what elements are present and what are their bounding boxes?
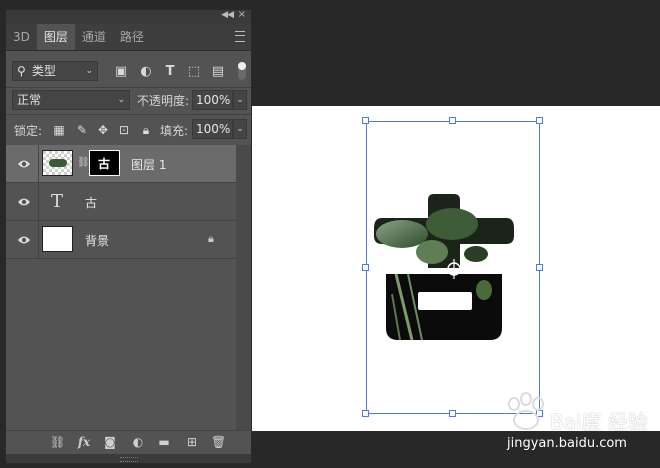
filter-toggle[interactable] [238, 62, 246, 80]
opacity-label: 不透明度: [137, 94, 190, 108]
transform-handle-right[interactable] [536, 264, 543, 271]
fill-chevron-icon[interactable]: ⌄ [233, 119, 247, 139]
lock-icon: 🔒︎ [208, 232, 214, 245]
transform-handle-left[interactable] [362, 264, 369, 271]
image-filter-icon[interactable]: ▣ [114, 65, 128, 79]
layer-name[interactable]: 图层 1 [131, 156, 166, 173]
text-layer-icon: T [51, 191, 64, 212]
new-group-icon[interactable]: ▬ [157, 435, 171, 449]
opacity-input[interactable]: 100% [192, 90, 233, 110]
blend-mode-dropdown[interactable]: 正常 ⌄ [12, 90, 130, 110]
layer-name[interactable]: 背景 [85, 232, 109, 249]
visibility-eye-icon[interactable] [17, 234, 31, 246]
new-layer-icon[interactable]: ⊞ [185, 435, 199, 449]
chevron-down-icon: ⌄ [85, 66, 93, 76]
transform-handle-bottom-left[interactable] [362, 410, 369, 417]
delete-icon[interactable]: 🗑︎ [211, 435, 226, 449]
search-icon: ⚲ [17, 64, 26, 78]
layer-thumbnail[interactable] [42, 226, 73, 252]
layers-panel: ◀◀ × 3D 图层 通道 路径 ⚲ 类型 ⌄ ▣ ◐ T ⬚ ▤ 正常 ⌄ 不… [5, 9, 252, 464]
filter-row: ⚲ 类型 ⌄ ▣ ◐ T ⬚ ▤ [6, 51, 251, 81]
lock-transparent-pixels-icon[interactable]: ▦ [52, 123, 66, 137]
smart-object-filter-icon[interactable]: ▤ [211, 65, 225, 79]
fx-icon[interactable]: fx [77, 435, 91, 449]
baidu-paw-logo [508, 392, 544, 430]
panel-menu-icon[interactable] [235, 31, 245, 42]
visibility-eye-icon[interactable] [17, 196, 31, 208]
layer-row-text[interactable]: T 古 [6, 183, 236, 221]
lock-label: 锁定: [14, 124, 43, 138]
layer-thumbnail[interactable] [42, 150, 73, 176]
collapse-panel-icon[interactable]: ◀◀ [221, 10, 234, 20]
type-filter-icon[interactable]: T [163, 65, 177, 79]
layers-bottom-toolbar: ⛓ fx ◙ ◐ ▬ ⊞ 🗑︎ [6, 430, 251, 453]
visibility-eye-icon[interactable] [17, 158, 31, 170]
mask-glyph: 古 [98, 157, 111, 171]
watermark-brand: Bai度 经验 [550, 410, 648, 434]
close-panel-icon[interactable]: × [238, 9, 246, 20]
panel-tabs: 3D 图层 通道 路径 [6, 24, 251, 51]
tab-paths[interactable]: 路径 [113, 24, 151, 50]
lock-image-pixels-icon[interactable]: ✎ [75, 123, 89, 137]
adjustment-filter-icon[interactable]: ◐ [139, 65, 153, 79]
add-mask-icon[interactable]: ◙ [103, 435, 117, 449]
fill-input[interactable]: 100% [192, 119, 233, 139]
layers-list: ⛓ 古 图层 1 T 古 背景 🔒︎ [6, 145, 236, 435]
reference-point-icon[interactable] [444, 259, 464, 279]
adjustment-layer-icon[interactable]: ◐ [131, 435, 145, 449]
panel-title-strip: ◀◀ × [6, 9, 251, 24]
lock-all-icon[interactable]: 🔒︎ [139, 123, 153, 137]
blend-mode-value: 正常 [17, 93, 42, 107]
tab-3d[interactable]: 3D [6, 24, 37, 50]
chevron-down-icon: ⌄ [117, 95, 125, 105]
layer-row-layer1[interactable]: ⛓ 古 图层 1 [6, 145, 236, 183]
transform-handle-top-left[interactable] [362, 117, 369, 124]
lock-artboard-icon[interactable]: ⊡ [117, 123, 131, 137]
filter-kind-label: 类型 [31, 64, 56, 78]
fill-label: 填充: [160, 124, 189, 138]
layers-scrollbar[interactable] [236, 145, 251, 430]
link-layers-icon[interactable]: ⛓ [50, 435, 65, 449]
transform-handle-top-right[interactable] [536, 117, 543, 124]
layer-mask-thumbnail[interactable]: 古 [89, 150, 120, 176]
transform-handle-bottom[interactable] [449, 410, 456, 417]
opacity-chevron-icon[interactable]: ⌄ [233, 90, 247, 110]
tab-layers[interactable]: 图层 [36, 24, 75, 50]
layer-name[interactable]: 古 [85, 194, 97, 211]
panel-resize-grip[interactable] [6, 454, 251, 463]
layer-row-background[interactable]: 背景 🔒︎ [6, 221, 236, 259]
shape-filter-icon[interactable]: ⬚ [187, 65, 201, 79]
watermark-url: jingyan.baidu.com [507, 436, 627, 451]
filter-kind-dropdown[interactable]: ⚲ 类型 ⌄ [12, 61, 98, 81]
lock-position-icon[interactable]: ✥ [96, 123, 110, 137]
tab-channels[interactable]: 通道 [75, 24, 113, 50]
chain-link-icon[interactable]: ⛓ [77, 157, 90, 168]
transform-handle-top[interactable] [449, 117, 456, 124]
